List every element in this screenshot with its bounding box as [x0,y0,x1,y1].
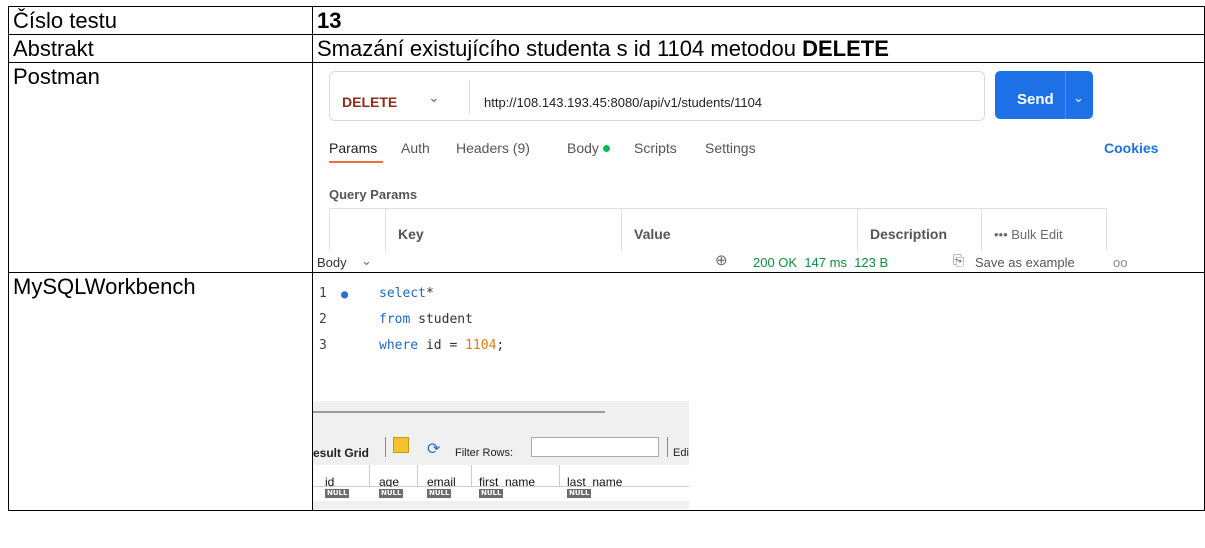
result-grid-tab[interactable]: esult Grid [313,440,369,467]
send-label: Send [1017,91,1054,108]
more-icon[interactable]: oo [1113,249,1127,276]
send-button[interactable]: Send ⌄ [995,71,1093,119]
splitter[interactable] [313,411,605,413]
save-icon[interactable]: ⎘ [953,247,964,274]
null-badge: NULL [567,489,592,498]
line-number: 1 [319,286,327,301]
chevron-down-icon[interactable]: ⌄ [361,247,372,274]
save-as-example-button[interactable]: Save as example [975,249,1075,276]
column-description: Description [857,209,981,251]
statement-marker-icon: ● [341,287,349,301]
postman-screenshot: DELETE ⌄ http://108.143.193.45:8080/api/… [313,63,1204,251]
result-grid-toolbar: esult Grid ⟳ Filter Rows: Edi [313,435,689,460]
method-select[interactable]: DELETE [342,89,397,116]
chevron-down-icon[interactable]: ⌄ [1073,84,1084,111]
query-params-table: Key Value Description ••• Bulk Edit [329,208,1107,251]
abstract-text: Smazání existujícího studenta s id 1104 … [317,36,803,61]
tab-headers[interactable]: Headers (9) [456,135,530,162]
divider [469,80,470,114]
refresh-icon[interactable]: ⟳ [427,436,440,463]
chevron-down-icon[interactable]: ⌄ [428,84,440,111]
null-badge: NULL [325,489,350,498]
globe-icon: ⊕ [715,252,728,269]
code-text: from student [379,312,473,327]
active-tab-indicator [329,161,383,163]
code-text: select* [379,286,434,301]
status-dot-icon [602,145,610,152]
workbench-cell: Body ⌄ ⊕ 200 OK 147 ms 123 B ⎘ Save as e… [312,252,1205,511]
result-columns: id age email first_name last_name [313,465,689,489]
tab-settings[interactable]: Settings [705,135,756,162]
line-number: 2 [319,312,327,327]
divider [667,437,668,457]
abstract-method: DELETE [802,36,889,61]
postman-cell: DELETE ⌄ http://108.143.193.45:8080/api/… [312,62,1205,273]
cookies-link[interactable]: Cookies [1104,135,1158,162]
test-number-label: Číslo testu [8,6,313,35]
tab-body-label: Body [567,140,599,156]
abstract-value: Smazání existujícího studenta s id 1104 … [312,34,1205,63]
column-key: Key [385,209,621,251]
bulk-edit-button[interactable]: ••• Bulk Edit [994,221,1063,248]
workbench-label: MySQLWorkbench [8,272,313,511]
result-grid: esult Grid ⟳ Filter Rows: Edi id age ema… [313,401,689,509]
code-text: where id = 1104; [379,338,505,353]
url-input[interactable]: http://108.143.193.45:8080/api/v1/studen… [484,89,762,116]
line-number: 3 [319,338,327,353]
divider [385,437,386,457]
url-bar: DELETE ⌄ http://108.143.193.45:8080/api/… [329,71,985,121]
postman-label: Postman [8,62,313,273]
tab-scripts[interactable]: Scripts [634,135,677,162]
tab-auth[interactable]: Auth [401,135,430,162]
null-badge: NULL [427,489,452,498]
response-time: 147 ms [804,255,847,270]
request-tabs: Params Auth Headers (9) Body Scripts Set… [329,135,1158,163]
status-code: 200 OK [753,255,798,270]
query-params-title: Query Params [329,187,418,202]
response-size: 123 B [854,255,889,270]
test-number-value: 13 [312,6,1205,35]
response-bar: Body ⌄ ⊕ 200 OK 147 ms 123 B ⎘ Save as e… [313,247,1193,270]
test-case-table: Číslo testu 13 Abstrakt Smazání existují… [8,6,1205,511]
table-row[interactable]: NULL NULL NULL NULL NULL [313,487,689,501]
abstract-label: Abstrakt [8,34,313,63]
grid-icon[interactable] [393,437,409,453]
tab-params[interactable]: Params [329,135,377,162]
edit-label[interactable]: Edi [673,440,689,467]
null-badge: NULL [379,489,404,498]
tab-body[interactable]: Body [567,135,610,162]
filter-rows-label: Filter Rows: [455,447,514,459]
response-status: 200 OK 147 ms 123 B [753,249,888,276]
response-body-dropdown[interactable]: Body [317,249,347,276]
filter-rows-input[interactable] [531,437,659,457]
divider [1065,71,1066,119]
bulk-edit-label: Bulk Edit [1011,227,1063,242]
null-badge: NULL [479,489,504,498]
column-value: Value [621,209,857,251]
workbench-screenshot: Body ⌄ ⊕ 200 OK 147 ms 123 B ⎘ Save as e… [313,252,1204,509]
